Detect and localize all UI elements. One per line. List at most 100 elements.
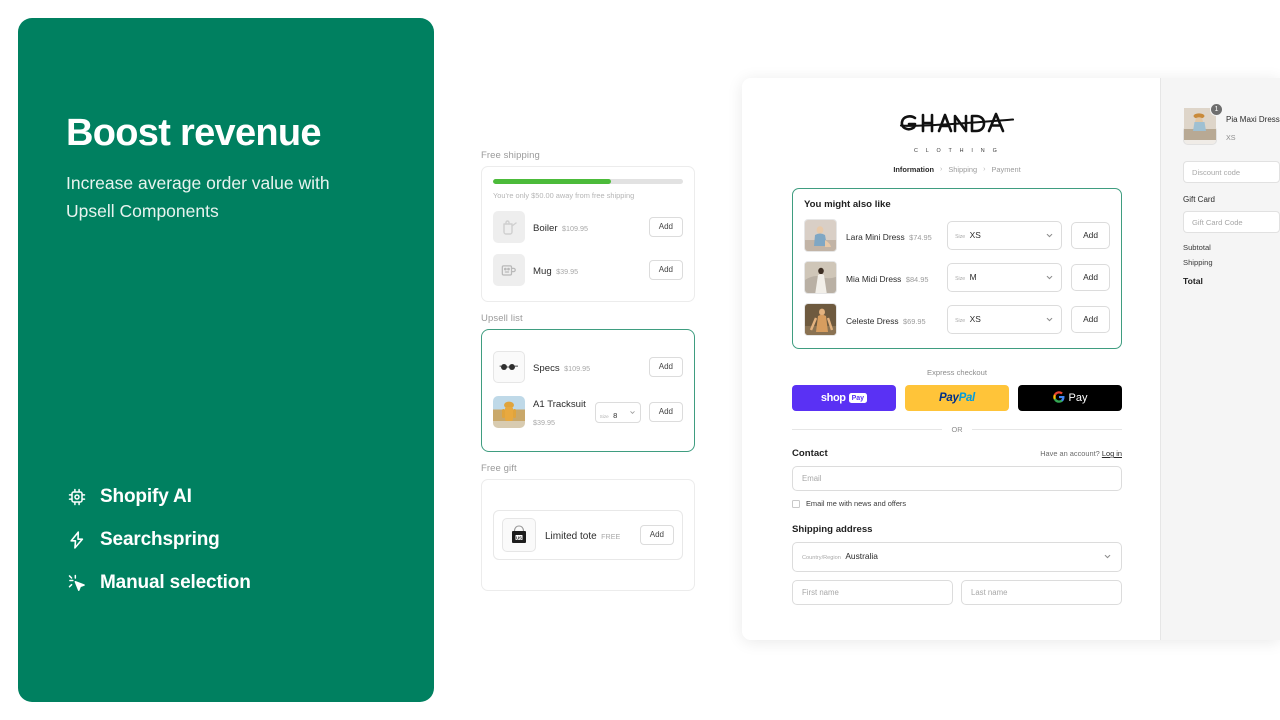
country-select[interactable]: Country/Region Australia: [792, 542, 1122, 572]
express-checkout-buttons: shop Pay Pay Pal Pay: [792, 385, 1122, 411]
chip-ai-icon: [66, 486, 88, 508]
last-name-placeholder: Last name: [971, 588, 1008, 597]
last-name-field[interactable]: Last name: [961, 580, 1122, 605]
product-name: Limited tote: [545, 531, 597, 542]
tracksuit-thumbnail-icon: [493, 396, 525, 428]
breadcrumb-item-shipping[interactable]: Shipping: [948, 165, 977, 174]
shop-pay-button[interactable]: shop Pay: [792, 385, 896, 411]
subtotal-label: Subtotal: [1183, 243, 1211, 252]
checkout-main-column: C L O T H I N G Information › Shipping ›…: [742, 78, 1160, 640]
discount-code-field[interactable]: Discount code: [1183, 161, 1280, 183]
mug-thumbnail-icon: [493, 254, 525, 286]
product-price: $69.95: [903, 316, 926, 326]
product-name: Celeste Dress: [846, 315, 899, 326]
hero-panel: Boost revenue Increase average order val…: [18, 18, 434, 702]
list-item[interactable]: Specs $109.95 Add: [493, 348, 683, 386]
contact-title: Contact: [792, 448, 828, 459]
chevron-down-icon: [1103, 548, 1112, 566]
product-meta: Limited tote FREE: [545, 526, 631, 544]
summary-item-name: Pia Maxi Dress: [1226, 114, 1280, 124]
google-g-icon: [1052, 390, 1065, 406]
product-price: $109.95: [564, 364, 591, 373]
summary-thumb-wrap: 1: [1183, 103, 1223, 145]
paypal-button[interactable]: Pay Pal: [905, 385, 1009, 411]
list-item[interactable]: Mug $39.95 Add: [493, 251, 683, 289]
component-upsell-list: Upsell list Specs $109.95 Add A1 Tracksu…: [481, 313, 695, 452]
add-button[interactable]: Add: [1071, 306, 1110, 333]
google-pay-button[interactable]: Pay: [1018, 385, 1122, 411]
breadcrumb-item-information[interactable]: Information: [893, 165, 934, 174]
page-title: Boost revenue: [66, 112, 322, 154]
product-price: $39.95: [533, 418, 555, 427]
size-select[interactable]: Size XS: [947, 221, 1063, 250]
breadcrumb-item-payment[interactable]: Payment: [991, 165, 1020, 174]
newsletter-checkbox[interactable]: [792, 499, 800, 508]
size-select[interactable]: Size XS: [947, 305, 1063, 334]
size-select-value: XS: [969, 230, 981, 240]
feature-label: Searchspring: [100, 529, 220, 550]
feature-item-manual-selection: Manual selection: [66, 572, 386, 594]
newsletter-checkbox-row[interactable]: Email me with news and offers: [792, 499, 1122, 508]
quantity-badge: 1: [1210, 103, 1223, 116]
google-pay-word: Pay: [1068, 392, 1088, 404]
product-price: FREE: [601, 532, 621, 541]
table-row[interactable]: Mia Midi Dress $84.95 Size M Add: [804, 261, 1110, 294]
login-link[interactable]: Log in: [1102, 449, 1122, 458]
breadcrumb: Information › Shipping › Payment: [792, 165, 1122, 174]
gift-card-field[interactable]: Gift Card Code: [1183, 211, 1280, 233]
size-select-value: 8: [613, 410, 618, 420]
product-meta: Boiler $109.95: [533, 218, 641, 236]
size-select[interactable]: Size 8: [594, 401, 641, 423]
hero-feature-list: Shopify AI Searchspring Manual selection: [66, 486, 386, 594]
or-label: OR: [951, 425, 963, 434]
glasses-thumbnail-icon: [493, 351, 525, 383]
feature-item-searchspring: Searchspring: [66, 529, 386, 551]
pia-maxi-dress-thumbnail: [1183, 108, 1217, 145]
add-button[interactable]: Add: [648, 357, 683, 377]
cursor-sparkle-icon: [66, 572, 88, 594]
email-field[interactable]: Email: [792, 466, 1122, 491]
list-item[interactable]: Boiler $109.95 Add: [493, 208, 683, 246]
free-gift-card: US Limited tote FREE Add: [481, 479, 695, 591]
add-button[interactable]: Add: [648, 217, 683, 237]
product-price: $84.95: [905, 274, 929, 284]
brand-tagline: C L O T H I N G: [914, 148, 1000, 154]
add-button[interactable]: Add: [1071, 222, 1110, 249]
size-select-label: Size: [955, 318, 966, 324]
list-item[interactable]: US Limited tote FREE Add: [493, 510, 683, 560]
newsletter-label: Email me with news and offers: [806, 499, 907, 508]
product-name: Mia Midi Dress: [846, 273, 902, 284]
size-select[interactable]: Size M: [947, 263, 1063, 292]
total-label: Total: [1183, 276, 1203, 286]
mia-midi-dress-thumbnail: [804, 261, 837, 294]
tote-bag-thumbnail-icon: US: [502, 518, 536, 552]
product-meta: Specs $109.95: [533, 358, 641, 376]
upsell-list-card: Specs $109.95 Add A1 Tracksuit $39.95 Si…: [481, 329, 695, 452]
component-showcase-column: Free shipping You're only $50.00 away fr…: [481, 150, 695, 602]
add-button[interactable]: Add: [648, 402, 683, 422]
shop-pay-chip: Pay: [848, 393, 868, 403]
product-name: Specs: [533, 363, 560, 374]
free-shipping-progress-bar: [493, 179, 683, 184]
feature-label: Manual selection: [100, 572, 251, 593]
product-meta: Celeste Dress $69.95: [846, 311, 938, 329]
checkout-preview: C L O T H I N G Information › Shipping ›…: [742, 78, 1280, 640]
paypal-word-second: Pal: [958, 392, 976, 404]
free-shipping-card: You're only $50.00 away from free shippi…: [481, 166, 695, 302]
add-button[interactable]: Add: [1071, 264, 1110, 291]
table-row[interactable]: Lara Mini Dress $74.95 Size XS Add: [804, 219, 1110, 252]
table-row[interactable]: Celeste Dress $69.95 Size XS Add: [804, 303, 1110, 336]
add-button[interactable]: Add: [648, 260, 683, 280]
brand-logo: C L O T H I N G: [792, 108, 1122, 154]
chevron-right-icon: ›: [940, 166, 943, 173]
component-free-gift: Free gift US Limited tote FREE Add: [481, 463, 695, 591]
chevron-down-icon: [1045, 269, 1054, 287]
order-summary-sidebar: 1 Pia Maxi Dress XS Discount code Gift C…: [1160, 78, 1280, 640]
component-caption: Free shipping: [481, 150, 540, 161]
add-button[interactable]: Add: [639, 525, 674, 545]
svg-text:US: US: [516, 535, 522, 540]
screenshot-root: Boost revenue Increase average order val…: [0, 0, 1280, 720]
express-checkout-label: Express checkout: [927, 368, 987, 377]
list-item[interactable]: A1 Tracksuit $39.95 Size 8 Add: [493, 391, 683, 433]
first-name-field[interactable]: First name: [792, 580, 953, 605]
